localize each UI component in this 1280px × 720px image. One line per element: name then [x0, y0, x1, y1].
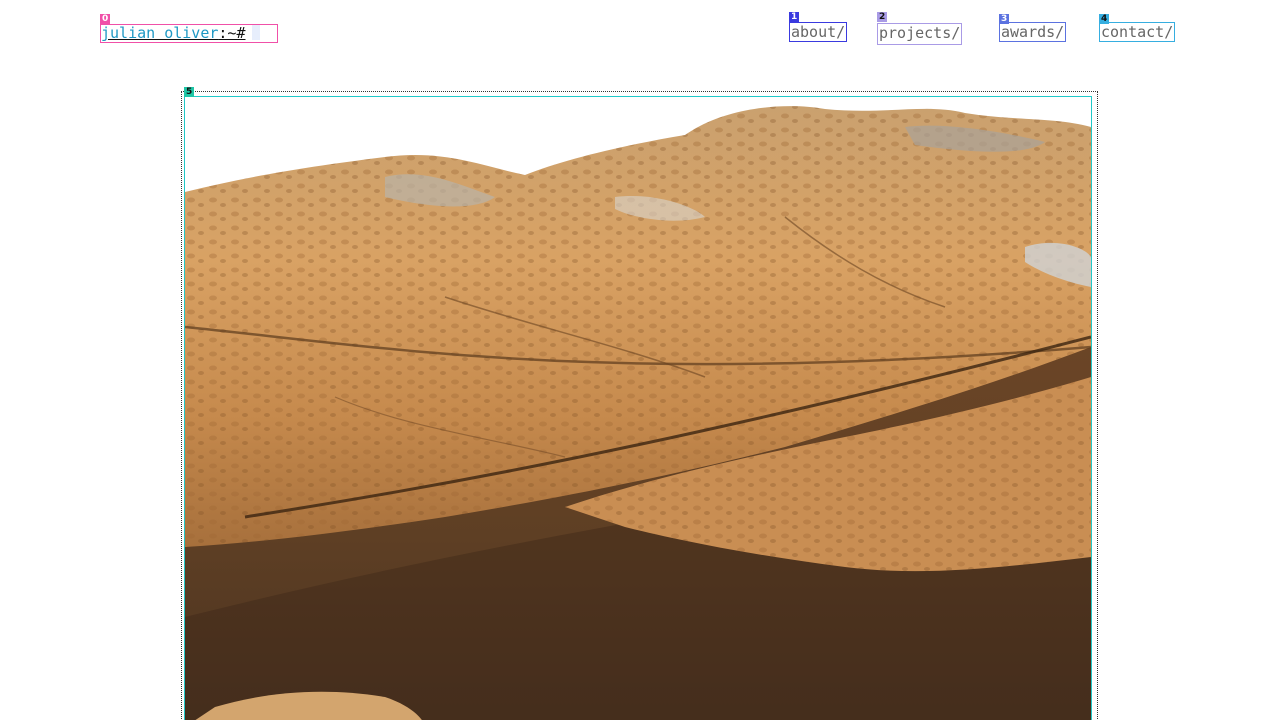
cursor-icon [251, 25, 260, 40]
nav-about-link[interactable]: about/ [789, 22, 848, 42]
marker-badge: 4 [1099, 14, 1110, 24]
page: 0 julian oliver:~# 1 about/ 2 projects/ … [0, 0, 1280, 720]
site-title-prompt[interactable]: julian oliver:~# [100, 24, 278, 43]
marker-badge: 3 [999, 14, 1010, 24]
marker-badge: 2 [877, 12, 888, 22]
nav-awards-link[interactable]: awards/ [999, 22, 1067, 42]
featured-image-link[interactable] [184, 96, 1092, 720]
nav-contact-link[interactable]: contact/ [1099, 22, 1176, 42]
prompt-name: julian oliver [101, 24, 219, 42]
rock-photo-icon [185, 106, 1091, 720]
nav-projects-link[interactable]: projects/ [877, 23, 963, 45]
marker-badge: 5 [184, 87, 195, 97]
marker-badge: 1 [789, 12, 800, 22]
prompt-suffix: :~# [218, 24, 246, 42]
marker-badge: 0 [100, 14, 111, 24]
